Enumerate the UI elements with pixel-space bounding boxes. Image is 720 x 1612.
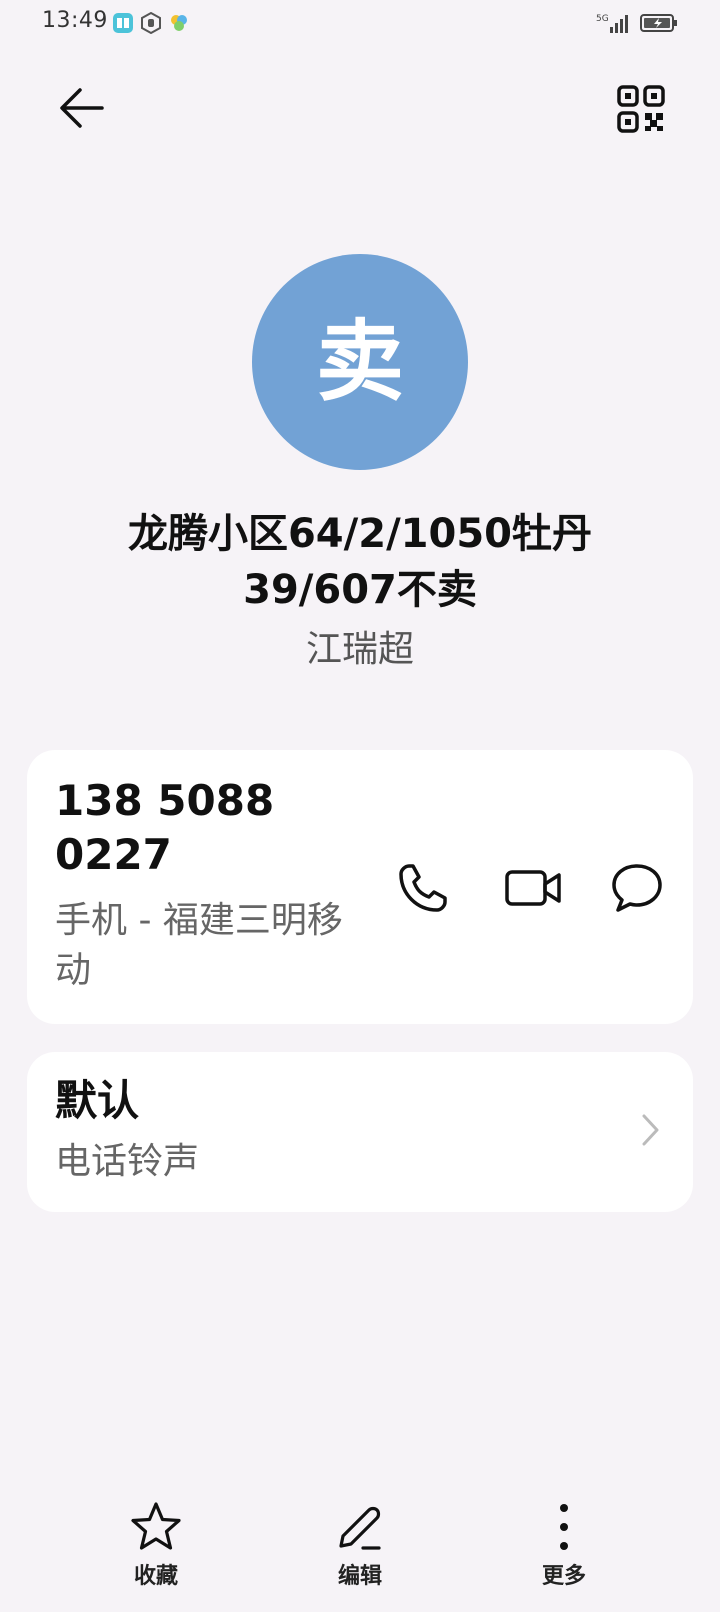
call-button[interactable] (395, 860, 451, 916)
status-notification-icons (112, 12, 190, 34)
phone-card[interactable]: 138 5088 0227 手机 - 福建三明移动 (27, 750, 693, 1024)
contact-avatar[interactable]: 卖 (252, 254, 468, 470)
chevron-right-icon (642, 1114, 659, 1146)
book-app-icon (113, 13, 133, 33)
battery-charging-icon (640, 14, 677, 32)
status-time: 13:49 (42, 8, 108, 33)
status-system-icons: 5G (596, 12, 678, 34)
contact-organization: 江瑞超 (305, 629, 414, 670)
arrow-left-icon (60, 88, 104, 128)
phone-icon (399, 864, 447, 912)
favorite-button[interactable]: 收藏 (96, 1500, 216, 1600)
chat-bubble-icon (612, 864, 662, 912)
video-call-button[interactable] (503, 860, 563, 916)
message-button[interactable] (609, 860, 665, 916)
back-button[interactable] (54, 80, 110, 136)
edit-button[interactable]: 编辑 (300, 1500, 420, 1600)
avatar-initial: 卖 (315, 310, 404, 413)
star-icon (131, 1502, 181, 1550)
video-camera-icon (505, 870, 561, 906)
more-button[interactable]: 更多 (504, 1500, 624, 1600)
signal-5g-icon: 5G (596, 14, 628, 33)
network-label: 5G (596, 14, 609, 24)
phone-number: 138 5088 0227 (55, 776, 275, 879)
pencil-icon (339, 1506, 381, 1550)
ringtone-card[interactable]: 默认 电话铃声 (27, 1052, 693, 1212)
bottom-action-bar: 收藏 编辑 更多 (0, 1500, 720, 1612)
more-label: 更多 (541, 1564, 586, 1589)
ringtone-value: 默认 (55, 1076, 140, 1125)
more-vertical-icon (560, 1504, 568, 1550)
qr-code-button[interactable] (616, 84, 666, 134)
colorful-app-icon (171, 15, 187, 31)
ringtone-label: 电话铃声 (55, 1141, 200, 1182)
hand-stop-icon (141, 12, 161, 34)
phone-type-label: 手机 - 福建三明移动 (55, 900, 343, 991)
qr-code-icon (617, 85, 665, 133)
status-bar: 13:49 5G (0, 0, 720, 48)
favorite-label: 收藏 (133, 1564, 178, 1589)
contact-name: 龙腾小区64/2/1050牡丹39/607不卖 (127, 511, 593, 613)
edit-label: 编辑 (337, 1564, 382, 1589)
